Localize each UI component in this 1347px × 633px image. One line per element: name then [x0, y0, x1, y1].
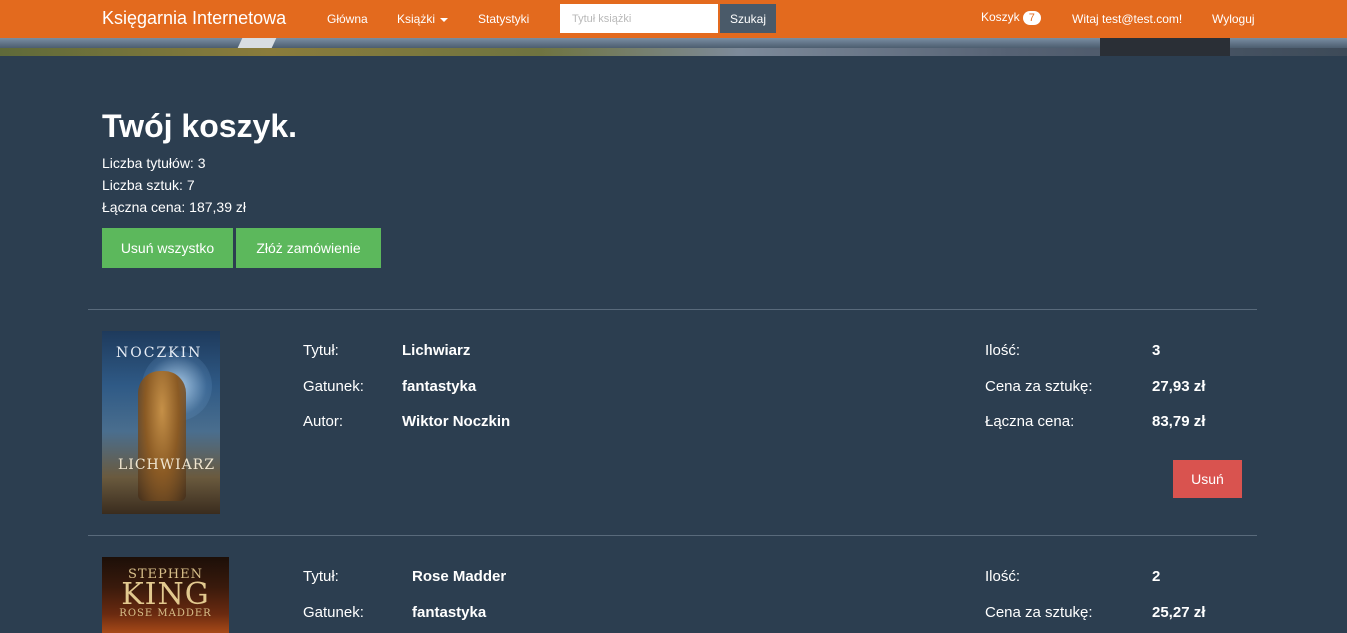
page-title: Twój koszyk.: [102, 108, 298, 144]
item-unit-price: 25,27 zł: [1152, 604, 1206, 621]
book-genre: fantastyka: [402, 378, 477, 395]
logout-link[interactable]: Wyloguj: [1212, 12, 1255, 26]
hero-dark-area: [1100, 38, 1230, 56]
remove-item-button[interactable]: Usuń: [1173, 460, 1242, 498]
book-cover-image[interactable]: STEPHEN KING ROSE MADDER: [102, 557, 229, 633]
unit-price-label: Cena za sztukę:: [985, 378, 1093, 395]
navbar: Księgarnia Internetowa Główna Książki St…: [0, 0, 1347, 38]
chevron-down-icon: [440, 17, 449, 22]
item-unit-price: 27,93 zł: [1152, 378, 1206, 395]
cover-figure: [138, 371, 186, 501]
cart-count-badge: 7: [1022, 11, 1041, 25]
user-greeting-link[interactable]: Witaj test@test.com!: [1072, 12, 1182, 26]
cart-link[interactable]: Koszyk 7: [981, 10, 1041, 25]
nav-books-dropdown[interactable]: Książki: [397, 12, 449, 26]
brand-link[interactable]: Księgarnia Internetowa: [102, 8, 286, 29]
quantity-label: Ilość:: [985, 342, 1021, 359]
cart-label: Koszyk: [981, 10, 1020, 24]
item-quantity: 2: [1152, 568, 1161, 585]
hero-shape: [237, 38, 277, 48]
cover-author-text: NOCZKIN: [116, 345, 203, 361]
book-title: Rose Madder: [412, 568, 507, 585]
divider: [88, 535, 1257, 536]
item-quantity: 3: [1152, 342, 1161, 359]
nav-stats-link[interactable]: Statystyki: [478, 12, 529, 26]
remove-all-button[interactable]: Usuń wszystko: [102, 228, 233, 268]
book-title: Lichwiarz: [402, 342, 471, 359]
items-count: Liczba sztuk: 7: [102, 177, 195, 193]
book-genre: fantastyka: [412, 604, 487, 621]
book-author: Wiktor Noczkin: [402, 413, 511, 430]
title-label: Tytuł:: [303, 342, 339, 359]
title-label: Tytuł:: [303, 568, 339, 585]
titles-count: Liczba tytułów: 3: [102, 155, 206, 171]
hero-banner-image: [0, 38, 1347, 56]
search-input[interactable]: [560, 4, 718, 33]
place-order-button[interactable]: Złóż zamówienie: [236, 228, 381, 268]
item-total-price: 83,79 zł: [1152, 413, 1206, 430]
nav-home-link[interactable]: Główna: [327, 12, 368, 26]
nav-books-label: Książki: [397, 12, 436, 26]
quantity-label: Ilość:: [985, 568, 1021, 585]
cover-title-text: ROSE MADDER: [119, 608, 212, 619]
search-button[interactable]: Szukaj: [720, 4, 776, 33]
book-cover-image[interactable]: NOCZKIN LICHWIARZ: [102, 331, 220, 514]
cover-title-text: LICHWIARZ: [118, 457, 216, 473]
divider: [88, 309, 1257, 310]
genre-label: Gatunek:: [303, 378, 364, 395]
author-label: Autor:: [303, 413, 344, 430]
genre-label: Gatunek:: [303, 604, 364, 621]
unit-price-label: Cena za sztukę:: [985, 604, 1093, 621]
cart-total: Łączna cena: 187,39 zł: [102, 199, 246, 215]
cover-surname-text: KING: [121, 577, 210, 612]
total-price-label: Łączna cena:: [985, 413, 1075, 430]
